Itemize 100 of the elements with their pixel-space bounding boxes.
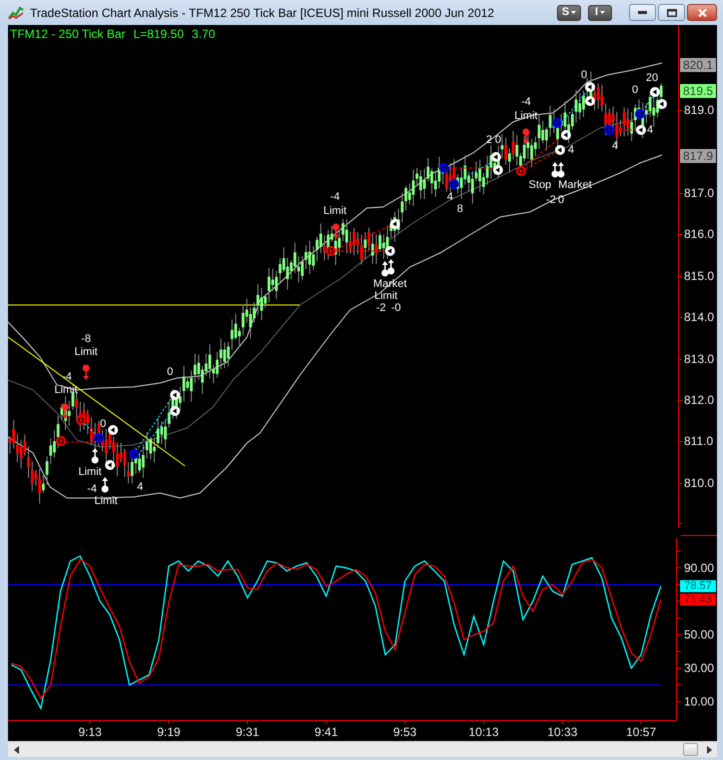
close-button[interactable] (687, 4, 717, 21)
ring-marker-icon (385, 246, 395, 256)
menu-button[interactable]: I (588, 4, 612, 20)
trade-label: Limit (78, 466, 102, 478)
ring-marker-icon (635, 109, 645, 119)
menu-button[interactable]: S (557, 4, 581, 20)
time-axis-label: 10:33 (547, 725, 578, 739)
pin-marker-icon (332, 224, 340, 239)
trade-label: -4 (330, 191, 340, 203)
ring-marker-icon (439, 163, 449, 173)
falling-candle (504, 138, 508, 165)
trade-label: 0 (558, 194, 564, 206)
price-scale-label: 810.0 (684, 476, 714, 490)
trade-label: Limit (323, 205, 347, 217)
ring-marker-icon (516, 166, 526, 176)
scroll-left-icon[interactable] (14, 746, 19, 754)
trade-label: -2 (376, 302, 386, 314)
horizontal-scrollbar[interactable] (8, 741, 717, 757)
price-scale-label: 817.0 (684, 186, 714, 200)
caret-icon (571, 11, 576, 14)
ring-marker-icon (326, 246, 336, 256)
trade-label: Market (558, 179, 592, 191)
trade-label: 8 (456, 203, 464, 215)
price-change-label: 3.70 (192, 27, 216, 41)
ring-marker-icon (636, 125, 646, 135)
price-scale-label: 811.0 (684, 434, 714, 448)
maximize-icon (666, 8, 676, 16)
price-scale-label: 819.0 (684, 103, 714, 117)
time-axis-label: 9:53 (393, 725, 417, 739)
trade-label: 4 (568, 144, 574, 156)
price-badge: 817.9 (680, 149, 716, 163)
pin-marker-icon (92, 448, 98, 464)
trade-label: 0 (632, 84, 638, 96)
caret-icon (600, 11, 606, 14)
ring-marker-icon (604, 125, 614, 135)
chart-icon (8, 6, 24, 20)
ring-marker-icon (552, 118, 562, 128)
price-badge: 820.1 (680, 58, 716, 72)
time-axis-label: 10:13 (468, 725, 499, 739)
trade-label: 4 (646, 124, 654, 136)
axis-value-label: 30.00 (684, 661, 714, 676)
pin-marker-icon (522, 128, 530, 144)
ring-marker-icon (657, 99, 667, 109)
scrollbar-thumb[interactable] (683, 743, 698, 756)
time-axis-label: 9:41 (314, 725, 338, 739)
ring-marker-icon (650, 87, 660, 97)
price-scale-label: 814.0 (684, 310, 714, 324)
trade-label: 0 (494, 134, 502, 146)
trade-label: 0 (100, 418, 106, 430)
trade-label: Limit (54, 384, 78, 396)
trade-label: -4 (87, 483, 97, 495)
scroll-right-icon[interactable] (707, 746, 712, 754)
price-badge: 819.5 (680, 84, 716, 98)
ring-marker-icon (56, 436, 66, 446)
minimize-button[interactable] (629, 4, 656, 21)
time-axis-label: 9:13 (78, 725, 102, 739)
trade-label: 4 (612, 140, 618, 152)
time-axis-label: 9:19 (157, 725, 180, 739)
trade-label: Limit (374, 290, 398, 302)
axis-value-label: 50.00 (684, 628, 714, 642)
axis-value-label: 90.00 (684, 560, 714, 575)
price-scale-label: 816.0 (684, 227, 714, 241)
ring-marker-icon (94, 433, 104, 443)
trade-dashed-line (138, 412, 172, 456)
trade-label: Limit (94, 495, 118, 507)
trade-label: 0 (580, 69, 588, 81)
value-badge: 78.57 (680, 580, 716, 592)
ring-marker-icon (449, 179, 459, 189)
trade-label: 4 (136, 481, 144, 493)
trade-label: -8 (81, 333, 91, 345)
ring-marker-icon (170, 390, 180, 400)
maximize-button[interactable] (658, 4, 685, 21)
trade-label: 4 (446, 191, 454, 203)
trade-label: Stop (528, 179, 552, 191)
pin-marker-icon (62, 404, 68, 419)
ring-marker-icon (76, 415, 86, 425)
trade-label: Limit (74, 346, 98, 358)
ring-marker-icon (108, 425, 118, 435)
chart-symbol-label: TFM12 - 250 Tick Bar (10, 27, 126, 41)
window-title: TradeStation Chart Analysis - TFM12 250 Tick Bar [ICEUS] mini Russell 2000 Jun 2012 (30, 4, 494, 22)
ring-marker-icon (129, 449, 139, 459)
ring-marker-icon (390, 219, 400, 229)
last-price-label: L=819.50 (133, 27, 184, 41)
ring-marker-icon (105, 460, 115, 470)
falling-candle (368, 227, 370, 252)
ring-marker-icon (491, 152, 501, 162)
price-scale-label: 815.0 (684, 269, 714, 283)
pin-marker-icon (82, 364, 90, 380)
ring-marker-icon (585, 82, 595, 92)
minimize-icon (638, 11, 647, 14)
ring-marker-icon (493, 165, 503, 175)
axis-value-label: 10.00 (684, 694, 714, 709)
trade-label: -4 (521, 96, 531, 108)
close-icon (698, 8, 706, 16)
falling-candle (512, 130, 515, 160)
price-scale-label: 812.0 (684, 393, 714, 407)
trade-label: -0 (391, 302, 401, 314)
time-axis-label: 9:31 (236, 725, 260, 739)
ring-marker-icon (561, 130, 571, 140)
ring-marker-icon (585, 96, 595, 106)
